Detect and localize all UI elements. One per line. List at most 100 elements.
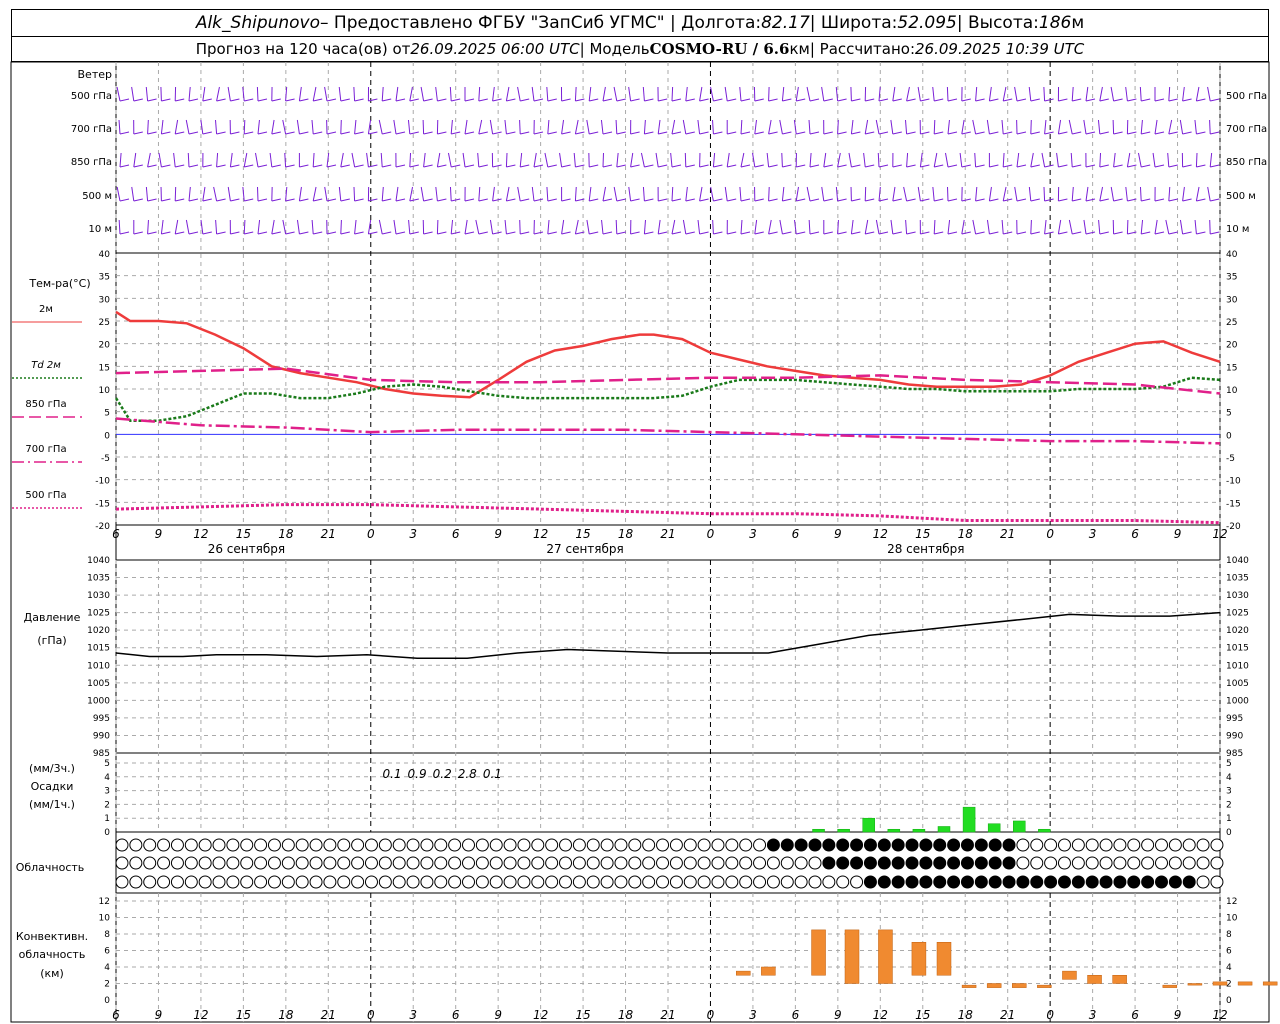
wind-barb-flag <box>1030 198 1040 202</box>
wind-level-label-left: 500 гПа <box>71 91 112 102</box>
wind-barb <box>740 152 745 168</box>
wind-barb-flag <box>285 198 295 202</box>
wind-barb-flag <box>382 164 392 168</box>
wind-barb-flag <box>837 198 847 202</box>
cloud-cover-circle <box>656 856 670 870</box>
wind-barb <box>1002 152 1005 168</box>
wind-barb-flag <box>644 164 654 168</box>
conv-cloud-bar <box>761 966 776 976</box>
cloud-cover-circle <box>780 875 794 889</box>
cloud-cover-circle <box>254 875 268 889</box>
cloud-cover-circle <box>905 875 919 889</box>
cloud-cover-circle <box>434 838 448 852</box>
wind-barb <box>821 186 825 202</box>
wind-barb-flag <box>589 198 599 202</box>
wind-barb-flag <box>230 164 240 168</box>
hour-tick-label-bottom: 9 <box>494 1008 502 1022</box>
wind-barb <box>959 152 963 168</box>
wind-barb-flag <box>368 198 378 202</box>
cloud-cover-circle <box>600 856 614 870</box>
wind-barb-flag <box>1016 231 1027 235</box>
cloud-cover-circle <box>1196 838 1210 852</box>
precip-tick-left: 0 <box>104 828 110 838</box>
wind-barb-flag <box>478 131 488 135</box>
wind-barb-flag <box>216 98 226 102</box>
wind-barb-flag <box>713 131 723 135</box>
cloud-cover-circle <box>1196 875 1210 889</box>
cloud-cover-circle <box>1168 875 1182 889</box>
conv-tick-left: 0 <box>104 996 110 1006</box>
wind-barb-flag <box>478 198 488 202</box>
cloud-cover-circle <box>254 838 268 852</box>
cloud-cover-circle <box>697 875 711 889</box>
wind-barb <box>863 152 866 168</box>
cloud-panel-title: Облачность <box>16 861 85 874</box>
pressure-tick-left: 1000 <box>87 696 110 706</box>
cloud-cover-circle <box>739 838 753 852</box>
wind-barb-flag <box>823 98 833 102</box>
pressure-tick-right: 1025 <box>1226 609 1249 619</box>
wind-barb-flag <box>602 164 613 168</box>
cloud-cover-circle <box>960 838 974 852</box>
wind-barb <box>271 219 275 235</box>
wind-barb <box>116 86 121 102</box>
wind-level-label-right: 500 м <box>1226 191 1256 202</box>
day-label: 28 сентября <box>887 542 964 556</box>
cloud-cover-circle <box>586 875 600 889</box>
wind-barb <box>381 186 384 202</box>
wind-barb <box>875 219 880 235</box>
cloud-cover-circle <box>850 856 864 870</box>
wind-barb <box>1154 119 1158 135</box>
wind-barb <box>185 219 190 235</box>
wind-barb-flag <box>1085 198 1096 202</box>
wind-barb-flag <box>727 198 737 202</box>
wind-barb-flag <box>257 231 268 235</box>
wind-barb-flag <box>906 164 916 168</box>
temp-tick-left: -5 <box>101 454 110 464</box>
wind-barb-flag <box>271 131 281 135</box>
hour-tick-label-bottom: 21 <box>1000 1008 1015 1022</box>
wind-barb <box>823 152 827 168</box>
precip-total-label: 0.9 <box>408 767 427 781</box>
cloud-cover-circle <box>1016 856 1030 870</box>
wind-barb-flag <box>934 198 944 202</box>
cloud-cover-circle <box>1044 875 1058 889</box>
wind-barb <box>1085 186 1089 202</box>
cloud-cover-circle <box>184 856 198 870</box>
wind-barb-flag <box>147 198 157 202</box>
cloud-cover-circle <box>1030 875 1044 889</box>
cloud-cover-circle <box>780 838 794 852</box>
cloud-cover-circle <box>295 838 309 852</box>
wind-barb <box>407 119 411 135</box>
precip-tick-left: 3 <box>104 787 110 797</box>
wind-barb <box>972 219 977 235</box>
cloud-cover-circle <box>794 856 808 870</box>
precip-bar <box>912 828 926 833</box>
wind-barb <box>464 119 468 135</box>
wind-barb-flag <box>782 131 792 135</box>
wind-barb-flag <box>961 164 971 168</box>
cloud-cover-circle <box>586 856 600 870</box>
wind-barb-flag <box>119 98 130 102</box>
wind-barb-flag <box>257 131 268 135</box>
cloud-cover-circle <box>1155 838 1168 852</box>
wind-barb <box>547 119 550 135</box>
wind-barb-flag <box>161 131 171 135</box>
wind-barb <box>435 86 438 102</box>
wind-barb <box>1002 86 1007 102</box>
wind-barb-flag <box>492 164 502 168</box>
cloud-cover-circle <box>545 875 559 889</box>
wind-barb <box>145 86 149 102</box>
wind-barb-flag <box>837 98 847 102</box>
wind-barb-flag <box>947 98 958 102</box>
pressure-tick-left: 1015 <box>87 644 110 654</box>
wind-barb <box>544 152 549 168</box>
cloud-cover-circle <box>364 838 378 852</box>
cloud-cover-circle <box>1085 838 1099 852</box>
wind-barb-flag <box>299 198 309 202</box>
cloud-cover-circle <box>462 838 475 852</box>
wind-barb <box>311 219 314 235</box>
cloud-cover-circle <box>448 875 462 889</box>
cloud-cover-circle <box>337 875 351 889</box>
pressure-tick-left: 1040 <box>87 556 110 566</box>
